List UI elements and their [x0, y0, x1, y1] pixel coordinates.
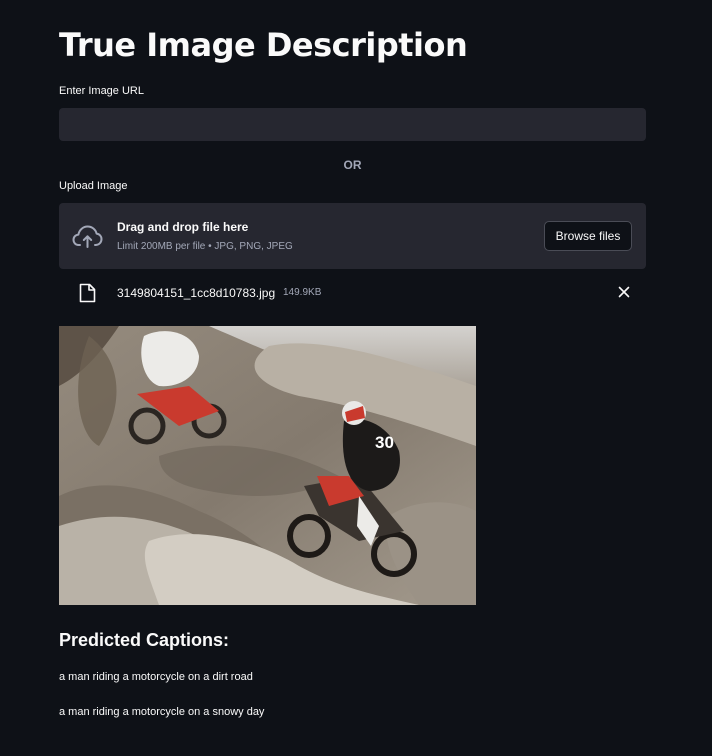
svg-text:30: 30 [375, 433, 394, 452]
close-icon[interactable] [615, 283, 633, 301]
uploaded-file-size: 149.9KB [283, 287, 322, 298]
or-separator: OR [343, 158, 362, 172]
image-url-input[interactable] [59, 108, 646, 141]
dropzone-limit-text: Limit 200MB per file • JPG, PNG, JPEG [117, 241, 293, 252]
uploaded-file-name: 3149804151_1cc8d10783.jpg [117, 286, 276, 300]
file-dropzone[interactable]: Drag and drop file here Limit 200MB per … [59, 203, 646, 269]
file-icon [79, 283, 96, 303]
browse-files-button[interactable]: Browse files [544, 221, 632, 251]
image-url-label: Enter Image URL [59, 85, 144, 97]
page-title: True Image Description [59, 26, 468, 64]
cloud-upload-icon [72, 225, 103, 248]
uploaded-image-preview: 30 [59, 326, 476, 605]
dropzone-instruction: Drag and drop file here [117, 220, 249, 234]
predicted-captions-heading: Predicted Captions: [59, 630, 230, 650]
caption-item: a man riding a motorcycle on a dirt road [59, 671, 253, 683]
caption-item: a man riding a motorcycle on a snowy day [59, 706, 265, 718]
uploaded-file-row: 3149804151_1cc8d10783.jpg 149.9KB [59, 280, 646, 306]
upload-image-label: Upload Image [59, 180, 128, 192]
